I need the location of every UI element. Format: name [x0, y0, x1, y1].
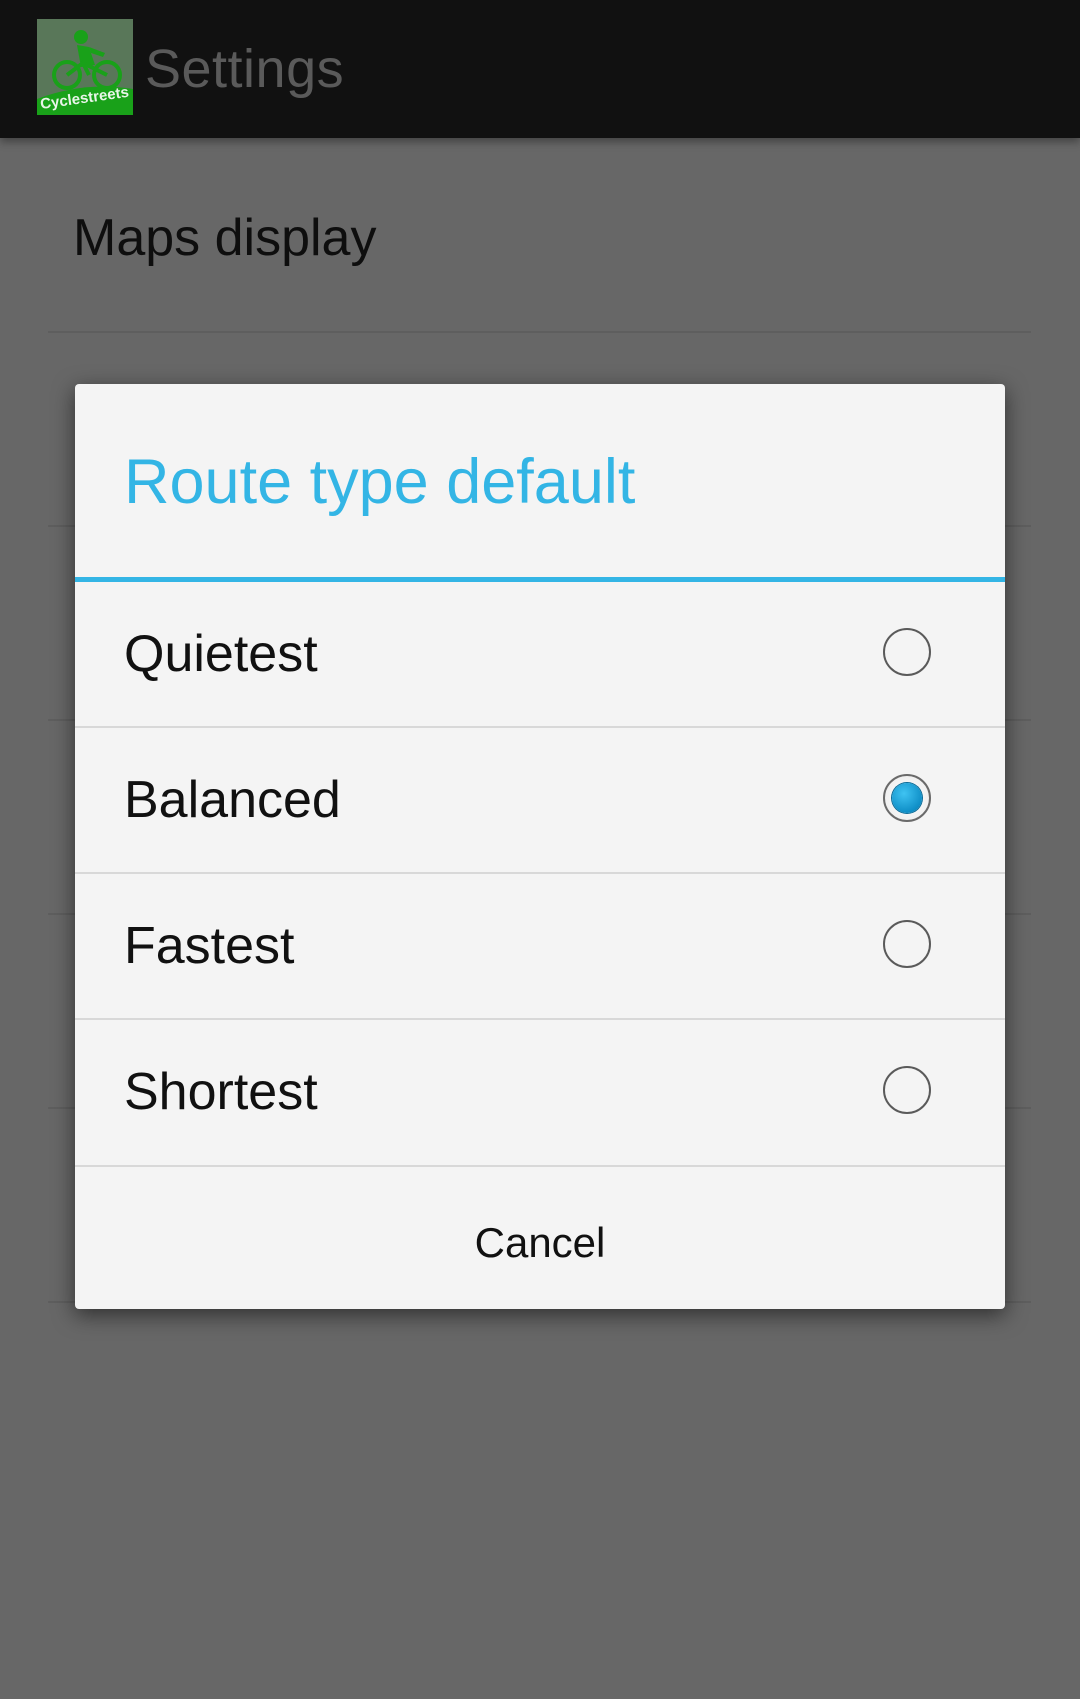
option-label: Shortest — [124, 1063, 318, 1121]
cyclist-logo-icon[interactable]: Cyclestreets — [37, 19, 133, 115]
option-balanced[interactable]: Balanced — [75, 728, 1005, 874]
radio-selected-dot-icon — [892, 783, 922, 813]
radio-button-unchecked[interactable] — [883, 920, 931, 968]
dialog-title: Route type default — [124, 447, 636, 517]
option-quietest[interactable]: Quietest — [75, 582, 1005, 728]
route-type-dialog: Route type default Quietest Balanced Fas… — [75, 384, 1005, 1309]
pref-item-maps-display[interactable]: Maps display — [73, 206, 376, 270]
cancel-button[interactable]: Cancel — [75, 1167, 1005, 1309]
cancel-label: Cancel — [474, 1219, 606, 1266]
radio-button-checked[interactable] — [883, 774, 931, 822]
option-label: Fastest — [124, 917, 295, 975]
option-shortest[interactable]: Shortest — [75, 1020, 1005, 1166]
pref-divider — [48, 331, 1031, 333]
action-bar: Cyclestreets Settings — [0, 0, 1080, 138]
screen-title: Settings — [145, 39, 345, 99]
radio-button-unchecked[interactable] — [883, 628, 931, 676]
option-label: Balanced — [124, 771, 341, 829]
option-label: Quietest — [124, 625, 318, 683]
option-fastest[interactable]: Fastest — [75, 874, 1005, 1020]
radio-button-unchecked[interactable] — [883, 1066, 931, 1114]
